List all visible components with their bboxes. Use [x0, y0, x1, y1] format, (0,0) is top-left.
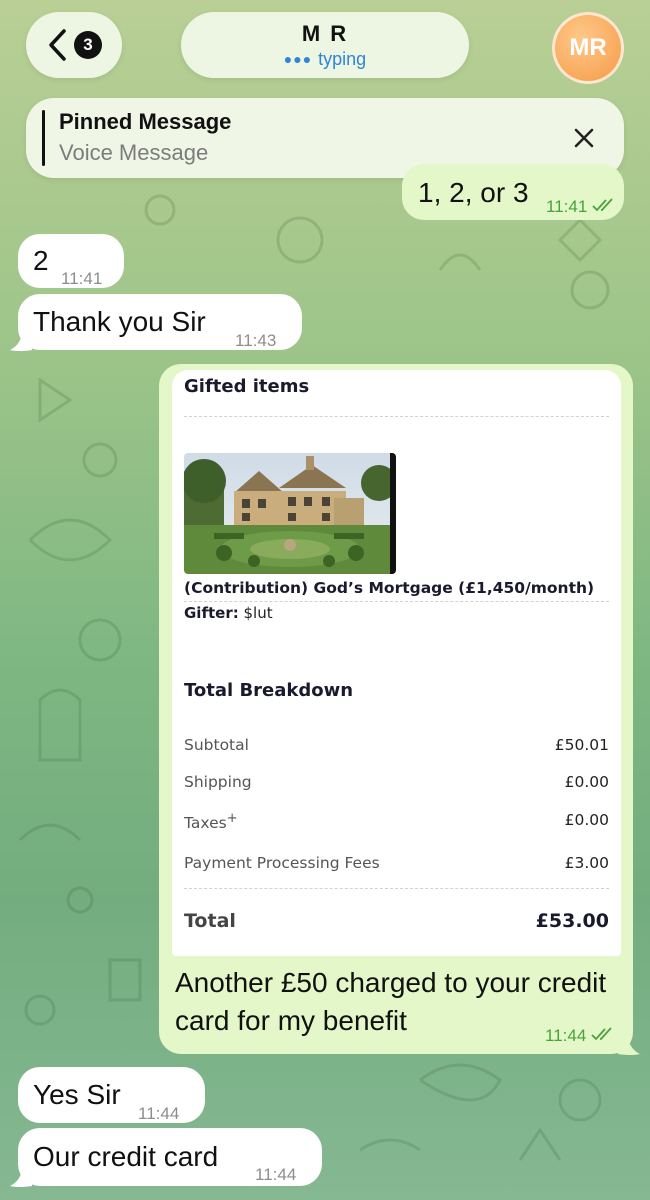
message-text: Thank you Sir: [33, 306, 206, 337]
chat-title[interactable]: M R ●●● typing: [181, 12, 469, 78]
divider: [184, 601, 609, 602]
total-amount: £53.00: [535, 910, 609, 932]
row-label: Shipping: [184, 773, 252, 791]
message-bubble-incoming[interactable]: 2 11:41: [18, 234, 124, 288]
bubble-tail: [10, 1166, 32, 1187]
avatar[interactable]: MR: [552, 12, 624, 84]
message-time: 11:41: [61, 269, 103, 288]
taxes-superscript: +: [226, 811, 238, 826]
total-breakdown-heading: Total Breakdown: [184, 680, 354, 701]
bubble-tail: [618, 1034, 640, 1055]
message-time: 11:44: [138, 1104, 180, 1123]
message-text: 1, 2, or 3: [418, 177, 529, 208]
pinned-title: Pinned Message: [59, 109, 232, 134]
message-text: Yes Sir: [33, 1079, 121, 1110]
typing-indicator: ●●● typing: [284, 49, 366, 70]
double-check-icon: [592, 198, 613, 212]
breakdown-row-subtotal: Subtotal £50.01: [184, 736, 609, 754]
bubble-tail: [10, 330, 32, 351]
gifter-line: Gifter: $lut: [184, 604, 273, 622]
row-label: Subtotal: [184, 736, 249, 754]
message-time: 11:44: [255, 1165, 297, 1184]
message-bubble-outgoing[interactable]: 1, 2, or 3 11:41: [402, 164, 624, 220]
receipt-screenshot: Gifted items (Contribution) God’s Mortga…: [172, 370, 621, 956]
message-time: 11:43: [235, 331, 277, 350]
double-check-icon: [591, 1027, 612, 1041]
row-label: Taxes+: [184, 811, 238, 833]
breakdown-row-fees: Payment Processing Fees £3.00: [184, 854, 609, 872]
row-amount: £3.00: [564, 854, 609, 872]
gifter-label: Gifter:: [184, 604, 239, 622]
message-text: 2: [33, 245, 49, 276]
back-button[interactable]: 3: [26, 12, 122, 78]
house-image: [184, 453, 396, 574]
message-text: Our credit card: [33, 1141, 219, 1172]
message-bubble-incoming[interactable]: Our credit card 11:44: [18, 1128, 322, 1186]
typing-dots-icon: ●●●: [283, 51, 313, 67]
unread-count-badge: 3: [74, 31, 102, 59]
message-bubble-incoming[interactable]: Thank you Sir 11:43: [18, 294, 302, 350]
receipt-heading: Gifted items: [184, 376, 310, 397]
row-amount: £0.00: [564, 773, 609, 791]
close-icon[interactable]: [566, 120, 602, 156]
breakdown-row-shipping: Shipping £0.00: [184, 773, 609, 791]
message-bubble-outgoing-receipt[interactable]: Gifted items (Contribution) God’s Mortga…: [159, 364, 633, 1054]
contact-name: M R: [301, 20, 349, 46]
total-row: Total £53.00: [184, 910, 609, 932]
message-bubble-incoming[interactable]: Yes Sir 11:44: [18, 1067, 205, 1123]
divider: [184, 888, 609, 889]
divider: [184, 416, 609, 417]
row-amount: £50.01: [554, 736, 609, 754]
gift-item-name: (Contribution) God’s Mortgage (£1,450/mo…: [184, 579, 595, 597]
total-label: Total: [184, 910, 236, 932]
row-label: Payment Processing Fees: [184, 854, 380, 872]
pinned-indicator: [42, 110, 45, 166]
breakdown-row-taxes: Taxes+ £0.00: [184, 811, 609, 832]
gifter-value: $lut: [243, 604, 273, 622]
row-amount: £0.00: [564, 811, 609, 829]
typing-status: typing: [318, 48, 367, 69]
message-time: 11:44: [545, 1026, 615, 1046]
message-time: 11:41: [546, 190, 616, 224]
chevron-left-icon: [46, 28, 68, 62]
pinned-subtitle: Voice Message: [59, 140, 209, 165]
